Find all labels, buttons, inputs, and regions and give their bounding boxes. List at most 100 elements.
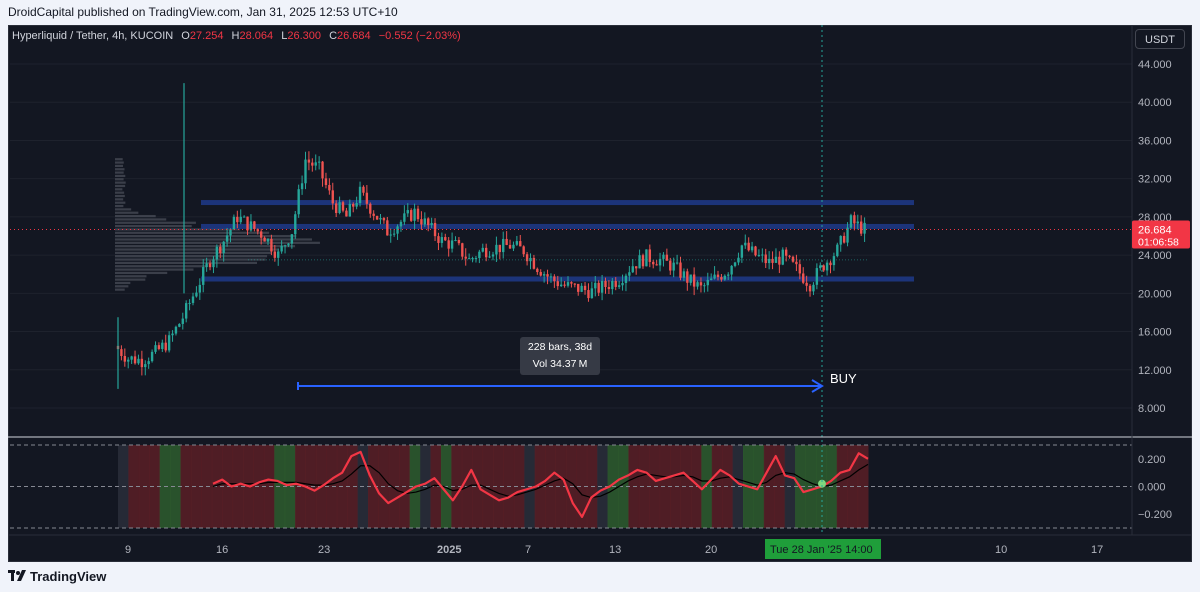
candle-body: [127, 359, 130, 362]
currency-button[interactable]: USDT: [1135, 29, 1185, 49]
candle-body: [832, 256, 836, 266]
oscillator-pane: [10, 444, 1132, 529]
volume-profile-bar: [115, 214, 156, 218]
candle-body: [829, 262, 832, 266]
candle-body: [836, 244, 839, 257]
candle-body: [399, 221, 403, 227]
candle-body: [222, 241, 225, 254]
candle-body: [321, 161, 324, 179]
candle-body: [559, 284, 563, 287]
candle-body: [553, 276, 556, 282]
volume-profile-bar: [115, 255, 268, 258]
volume-profile-bar: [115, 278, 146, 281]
candle-body: [740, 245, 744, 258]
candle-body: [733, 262, 737, 266]
level-zone: [201, 223, 914, 229]
candle-body: [634, 266, 638, 269]
candle-body: [219, 246, 222, 254]
candle-body: [556, 281, 559, 287]
candle-body: [815, 268, 819, 285]
candle-body: [294, 214, 297, 235]
candle-body: [577, 283, 580, 292]
candle-body: [853, 215, 856, 224]
candle-body: [372, 213, 375, 216]
candle-body: [744, 242, 747, 246]
price-tick: 12.000: [1138, 365, 1172, 377]
candle-body: [239, 216, 242, 223]
candle-body: [502, 238, 505, 253]
candle-body: [283, 245, 287, 247]
candle-body: [297, 189, 300, 215]
volume-profile-bar: [115, 161, 124, 164]
candle-body: [761, 254, 764, 256]
candle-body: [225, 235, 229, 242]
level-zones: [201, 200, 914, 282]
candle-body: [842, 235, 846, 243]
candle-body: [208, 263, 212, 268]
candle-body: [563, 284, 566, 286]
candle-body: [675, 262, 679, 264]
time-tick: 2025: [437, 544, 461, 556]
price-tick: 20.000: [1138, 288, 1172, 300]
volume-profile-bar: [115, 245, 296, 248]
candle-body: [730, 265, 733, 275]
candle-body: [802, 273, 805, 283]
candle-body: [767, 258, 771, 264]
candle-body: [195, 292, 198, 297]
candle-body: [645, 249, 648, 267]
candle-body: [290, 234, 294, 244]
open-value: 27.254: [189, 30, 224, 42]
candle-body: [819, 265, 822, 269]
price-tick: 44.000: [1138, 59, 1172, 71]
footer-brand[interactable]: TradingView: [30, 569, 106, 584]
candle-body: [488, 256, 491, 258]
candle-body: [362, 186, 365, 193]
time-tick: 20: [705, 544, 717, 556]
candle-body: [328, 184, 331, 191]
candle-body: [662, 254, 665, 259]
candle-body: [652, 261, 655, 265]
footer: TradingView: [0, 562, 1200, 592]
osc-tick: 0.200: [1138, 454, 1166, 466]
candle-body: [331, 190, 334, 204]
candle-body: [686, 271, 689, 283]
volume-profile-bar: [115, 265, 207, 268]
candle-body: [338, 202, 341, 213]
candle-body: [631, 266, 634, 273]
candle-body: [181, 318, 184, 324]
candle-body: [791, 256, 795, 262]
volume-profile-bar: [115, 211, 139, 214]
candle-body: [757, 254, 761, 256]
candle-body: [798, 264, 802, 274]
time-tick: 9: [125, 544, 131, 556]
candle-body: [784, 249, 788, 256]
volume-profile-bar: [115, 198, 124, 201]
volume-profile-bar: [115, 164, 124, 168]
candle-body: [450, 240, 454, 249]
volume-profile-bar: [115, 271, 168, 275]
time-tick: 7: [525, 544, 531, 556]
volume-profile-bar: [115, 201, 126, 204]
candle-body: [822, 265, 825, 271]
candle-body: [236, 216, 239, 223]
candle-body: [614, 280, 617, 287]
close-label: C: [329, 30, 338, 42]
candle-body: [638, 255, 641, 269]
candle-body: [171, 333, 174, 336]
candle-body: [379, 217, 382, 220]
price-tick: 36.000: [1138, 135, 1172, 147]
time-tick: 23: [318, 544, 330, 556]
candle-body: [311, 162, 314, 166]
candle-body: [720, 277, 723, 280]
candle-body: [839, 235, 842, 245]
candle-body: [754, 246, 757, 256]
candle-body: [781, 249, 784, 265]
candle-body: [184, 303, 188, 319]
candle-body: [154, 345, 157, 352]
volume-profile-bar: [115, 168, 125, 171]
chart-canvas[interactable]: 44.00040.00036.00032.00028.00024.00020.0…: [8, 25, 1192, 562]
candle-body: [604, 280, 607, 288]
candle-body: [304, 159, 307, 184]
candle-body: [788, 255, 791, 257]
time-tick: 16: [216, 544, 228, 556]
